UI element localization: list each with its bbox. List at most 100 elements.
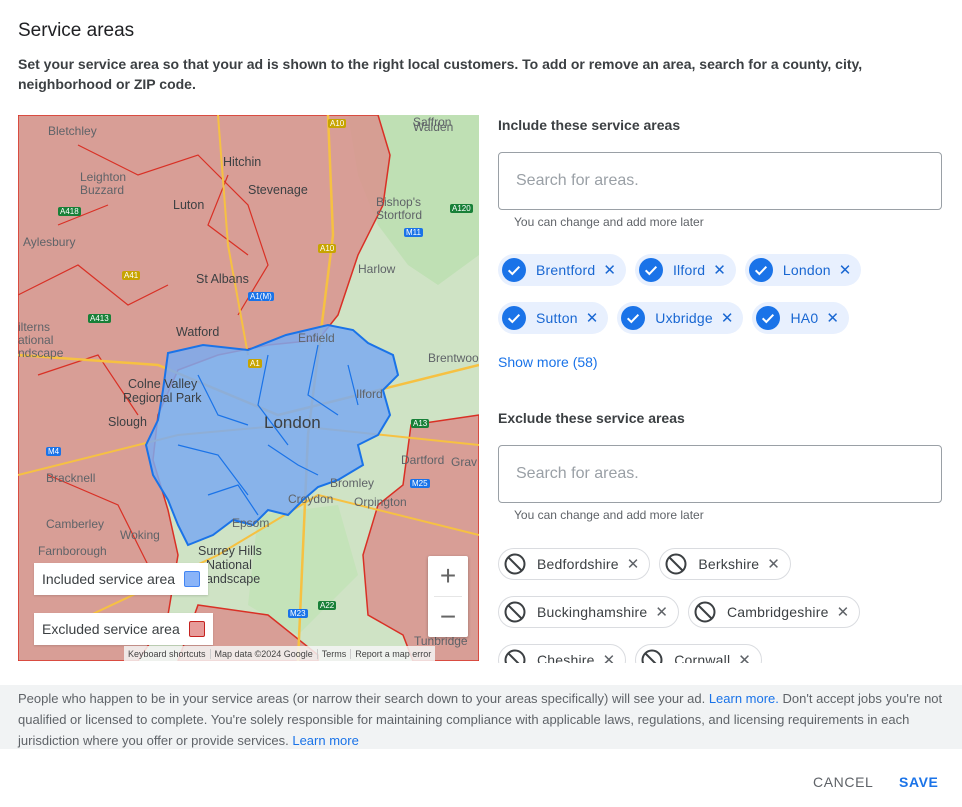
map-label-aylesbury: Aylesbury [23,235,76,249]
exclude-chip-scroll[interactable]: Bedfordshire ✕ Berkshire ✕ Buckinghamshire ✕ C… [498,545,958,663]
exclude-chip[interactable]: Buckinghamshire ✕ [498,596,679,628]
map-label-slough: Slough [108,415,147,429]
map-label-enfield: Enfield [298,331,335,345]
close-icon[interactable]: ✕ [603,263,616,278]
map-label-bracknell: Bracknell [46,471,96,485]
chip-label: HA0 [790,310,819,326]
exclude-chip[interactable]: Cheshire ✕ [498,644,627,664]
exclude-search-box[interactable] [498,445,942,503]
map-label-dartford: Dartford [401,453,445,467]
learn-more-link-2[interactable]: Learn more [292,733,358,748]
close-icon[interactable]: ✕ [721,311,734,326]
chip-label: London [782,262,831,278]
check-icon [502,258,526,282]
road-shield-a1: A1 [248,359,262,368]
close-icon[interactable]: ✕ [826,311,839,326]
chip-label: Brentford [536,262,596,278]
report-map-error-link[interactable]: Report a map error [350,648,435,659]
legend-included-swatch [184,571,201,587]
map-label-chilterns-3: ndscape [18,346,64,360]
check-icon [638,258,663,282]
terms-link[interactable]: Terms [316,648,351,659]
close-icon[interactable]: ✕ [586,311,599,326]
chip-label: Cambridgeshire [726,604,829,620]
cancel-button[interactable]: CANCEL [813,774,873,790]
keyboard-shortcuts-link[interactable]: Keyboard shortcuts [124,649,210,659]
close-icon[interactable]: ✕ [603,653,616,664]
close-icon[interactable]: ✕ [837,605,850,620]
include-search-input[interactable] [499,153,941,209]
exclude-chip[interactable]: Berkshire ✕ [659,548,791,580]
chip-label: Bedfordshire [537,556,619,572]
map-label-orpington: Orpington [354,495,407,509]
map-label-surrey-landscape: andscape [206,572,261,586]
service-area-notice: People who happen to be in your service … [0,685,962,749]
close-icon[interactable]: ✕ [839,263,852,278]
map-label-harlow: Harlow [358,262,396,276]
include-chip[interactable]: Brentford ✕ [498,254,626,286]
road-shield-a13: A13 [411,419,430,428]
check-icon [756,306,781,330]
include-hint: You can change and add more later [514,215,704,229]
map-label-farnborough: Farnborough [38,544,107,558]
zoom-out-button[interactable]: − [428,597,468,637]
zoom-in-button[interactable]: + [428,556,468,596]
road-shield-a10: A10 [328,119,347,128]
include-chip[interactable]: London ✕ [744,254,862,286]
close-icon[interactable]: ✕ [627,557,640,572]
map-label-camberley: Camberley [46,517,105,531]
chip-label: Buckinghamshire [537,604,648,620]
block-icon [640,648,664,663]
map-label-woking: Woking [120,528,160,542]
show-more-link[interactable]: Show more (58) [498,354,598,370]
map-label-hitchin: Hitchin [223,155,262,169]
map-label-walden: Walden [413,120,454,134]
service-area-map[interactable]: Bletchley Saffron Walden Leighton Buzzar… [18,115,479,661]
check-icon [621,306,646,330]
close-icon[interactable]: ✕ [738,653,751,664]
road-shield-a10: A10 [318,244,337,253]
exclude-search-input[interactable] [499,446,941,502]
exclude-chip-list: Bedfordshire ✕ Berkshire ✕ Buckinghamshire ✕ C… [498,548,948,663]
include-chip[interactable]: Ilford ✕ [634,254,736,286]
map-label-stevenage: Stevenage [248,183,308,197]
road-shield-m4: M4 [46,447,62,456]
map-label-buzzard: Buzzard [80,183,125,197]
close-icon[interactable]: ✕ [655,605,668,620]
map-label-grays: Grav [451,455,478,469]
legend-included-label: Included service area [42,571,176,587]
map-label-watford: Watford [176,325,220,339]
exclude-hint: You can change and add more later [514,508,704,522]
map-label-stalbans: St Albans [196,272,249,286]
chip-label: Uxbridge [655,310,713,326]
block-icon [503,552,527,576]
chip-label: Cornwall [674,652,731,663]
save-button[interactable]: SAVE [899,774,939,790]
map-label-bletchley: Bletchley [48,124,97,138]
block-icon [693,600,717,624]
exclude-chip[interactable]: Cambridgeshire ✕ [687,596,861,628]
chip-label: Ilford [672,262,706,278]
road-shield-a120: A120 [450,204,473,213]
exclude-chip[interactable]: Bedfordshire ✕ [498,548,651,580]
map-data-credit: Map data ©2024 Google [209,648,317,659]
close-icon[interactable]: ✕ [767,557,780,572]
page-description: Set your service area so that your ad is… [18,56,863,92]
road-shield-a41: A41 [122,271,141,280]
map-label-brentwood: Brentwoo [428,351,479,365]
block-icon [503,600,527,624]
include-chip[interactable]: Uxbridge ✕ [617,302,744,334]
check-icon [502,306,526,330]
zoom-control: + − [428,556,468,637]
close-icon[interactable]: ✕ [713,263,726,278]
include-chip[interactable]: Sutton ✕ [498,302,609,334]
exclude-chip[interactable]: Cornwall ✕ [635,644,762,663]
map-label-bromley: Bromley [330,476,375,490]
learn-more-link-1[interactable]: Learn more. [709,691,779,706]
include-section-title: Include these service areas [498,117,681,133]
include-chip[interactable]: HA0 ✕ [752,302,849,334]
map-label-luton: Luton [173,198,205,212]
legend-excluded-label: Excluded service area [42,621,180,637]
include-search-box[interactable] [498,152,942,210]
map-label-colne-valley: Colne Valley [128,377,198,391]
